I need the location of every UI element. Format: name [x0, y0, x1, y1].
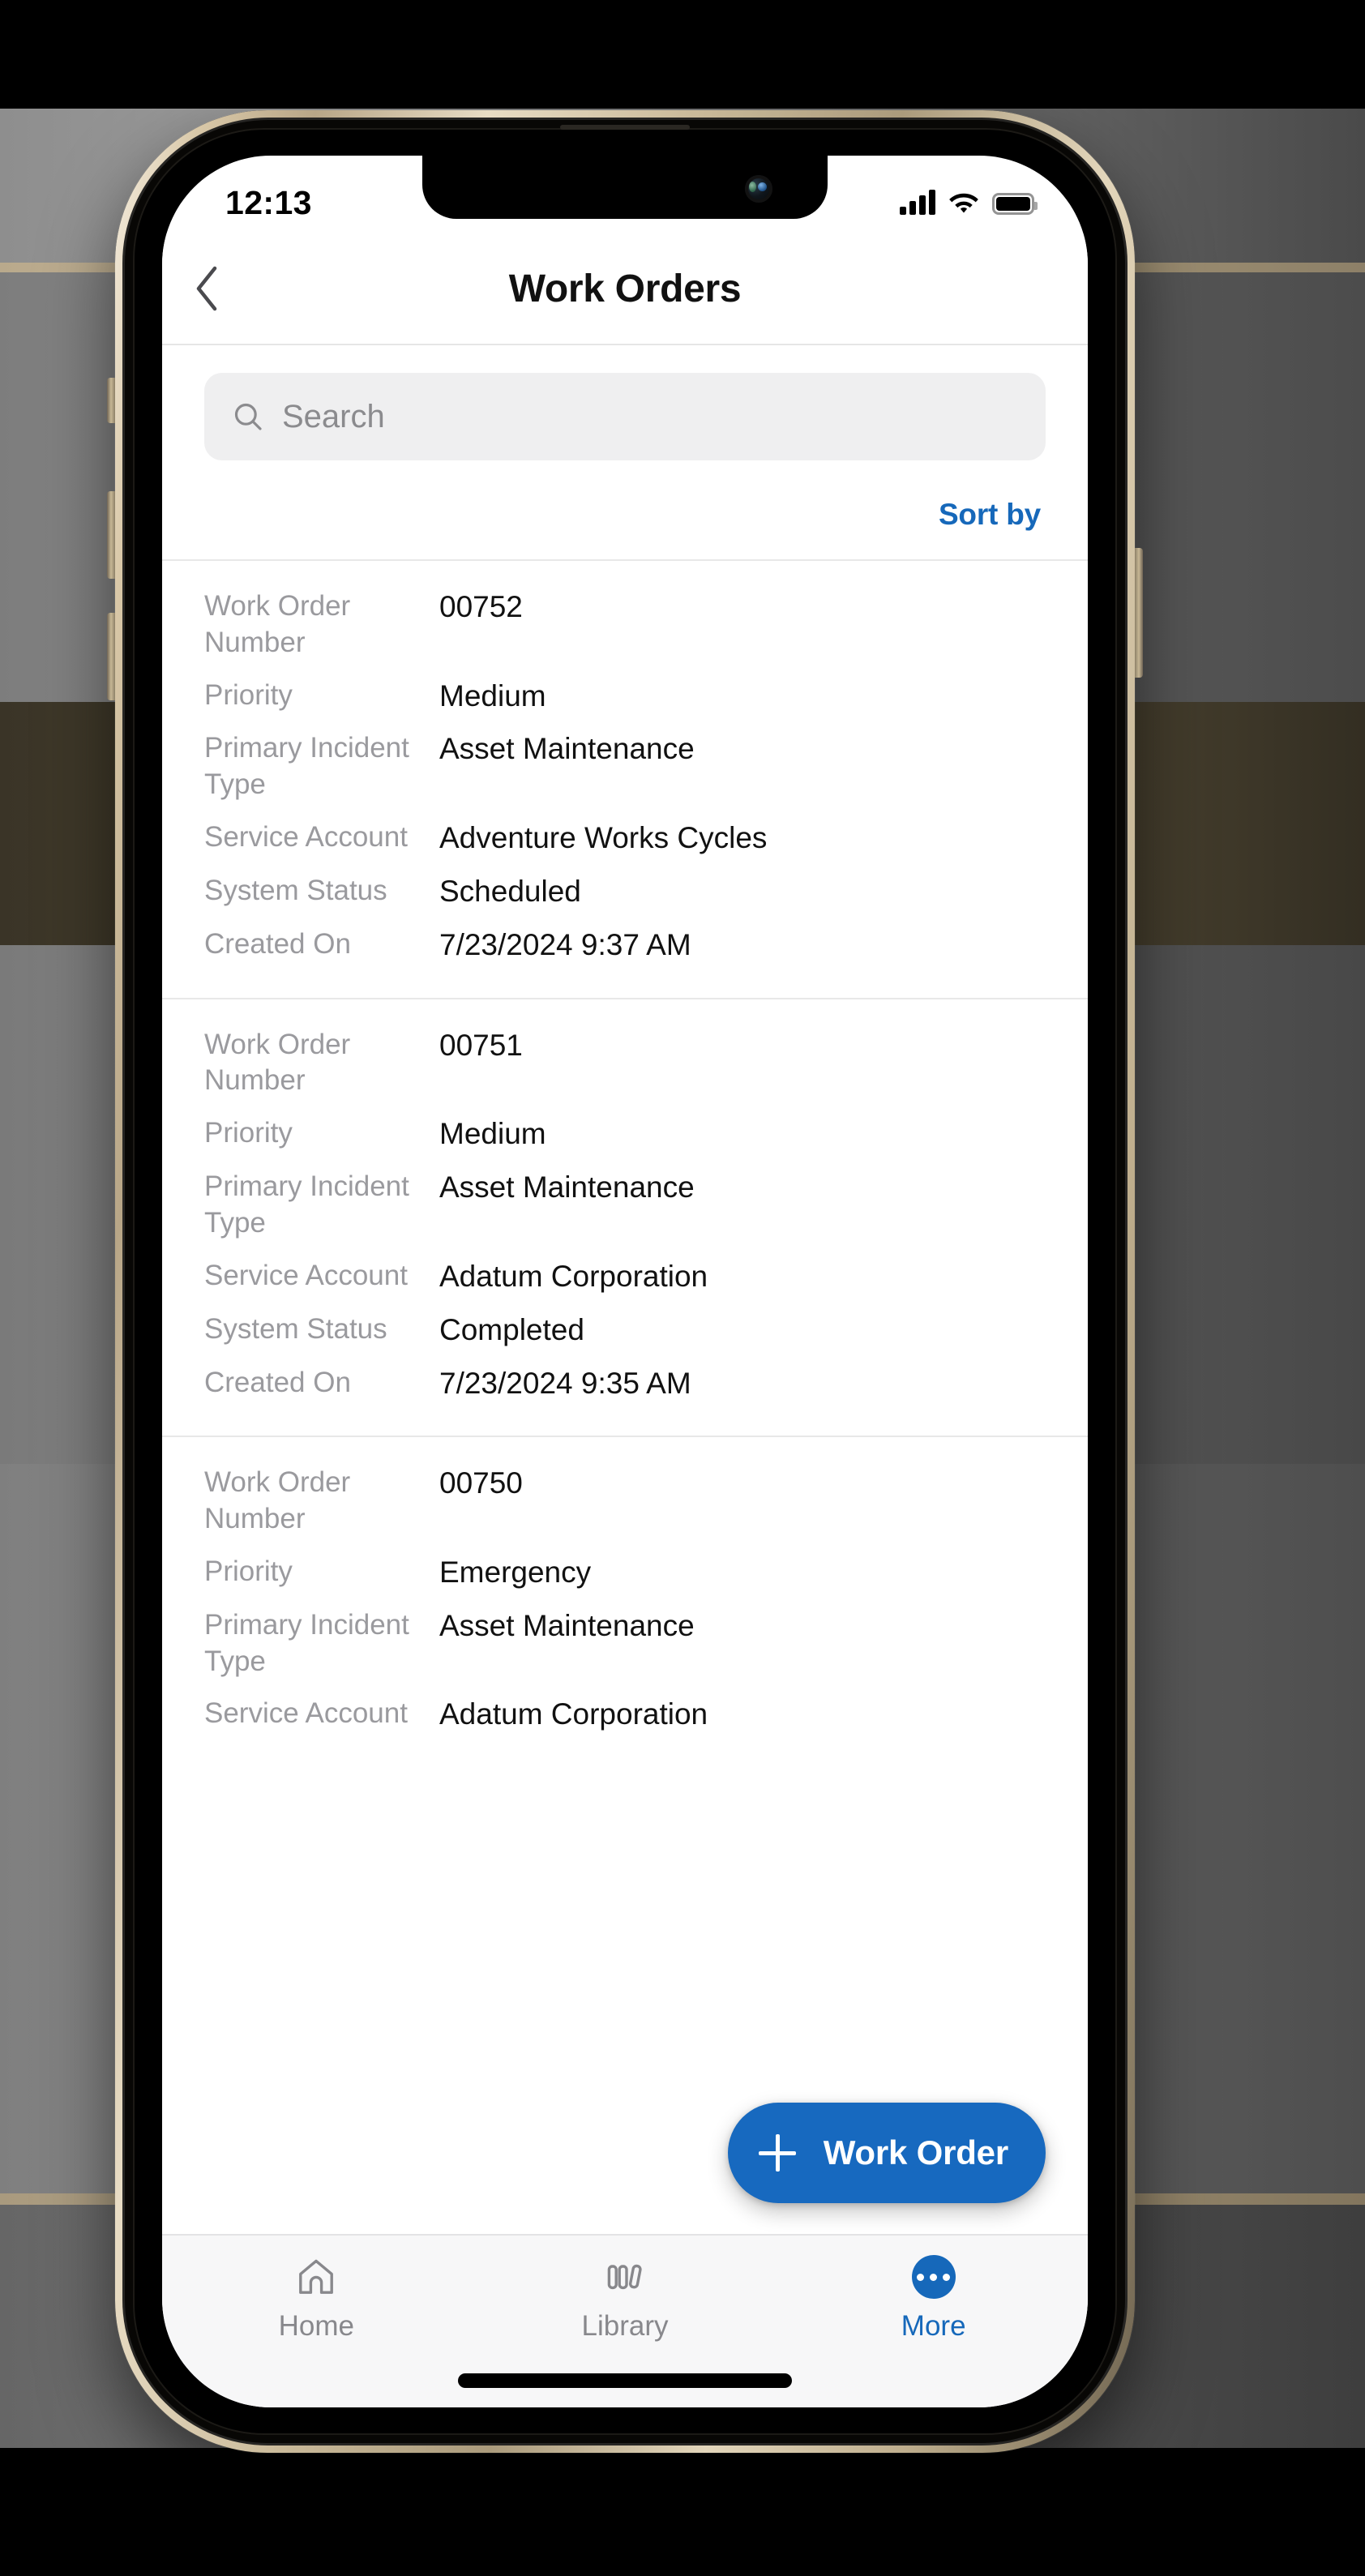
screenshot-stage: 12:13 Work Orders Search Sort by Work Or…	[0, 0, 1365, 2576]
field-value: Completed	[439, 1312, 584, 1346]
wifi-icon	[949, 193, 978, 213]
fab-label: Work Order	[823, 2133, 1008, 2172]
backdrop-band-top	[0, 0, 1365, 109]
field-label: Service Account	[204, 1697, 408, 1730]
sort-by-button[interactable]: Sort by	[939, 498, 1041, 532]
display-notch	[422, 156, 828, 219]
tab-more[interactable]: More	[779, 2236, 1088, 2343]
field-value: Asset Maintenance	[439, 1170, 695, 1205]
field-service-account: Service Account Adatum Corporation	[204, 1696, 1046, 1733]
table-row[interactable]: Work Order Number 00750 Priority Emergen…	[162, 1436, 1088, 1767]
search-field[interactable]	[204, 373, 1046, 460]
field-service-account: Service Account Adventure Works Cycles	[204, 819, 1046, 857]
field-priority: Priority Medium	[204, 1115, 1046, 1153]
field-value: Emergency	[439, 1555, 592, 1589]
navigation-bar: Work Orders	[162, 233, 1088, 345]
volume-down-button[interactable]	[107, 613, 115, 700]
tab-home[interactable]: Home	[162, 2236, 471, 2343]
field-label: Priority	[204, 678, 293, 711]
field-system-status: System Status Scheduled	[204, 873, 1046, 910]
home-icon	[295, 2253, 337, 2300]
field-label: Primary Incident Type	[204, 732, 409, 801]
table-row[interactable]: Work Order Number 00752 Priority Medium …	[162, 559, 1088, 998]
field-priority: Priority Emergency	[204, 1554, 1046, 1591]
field-value: Medium	[439, 1117, 546, 1151]
home-indicator[interactable]	[458, 2373, 792, 2388]
search-container	[162, 345, 1088, 460]
plus-icon	[758, 2134, 796, 2172]
field-work-order-number: Work Order Number 00750	[204, 1465, 1046, 1538]
library-icon	[604, 2253, 646, 2300]
earpiece-speaker	[560, 125, 690, 130]
field-label: System Status	[204, 874, 387, 906]
field-label: Primary Incident Type	[204, 1608, 409, 1677]
field-label: Work Order Number	[204, 590, 351, 658]
status-bar-icons	[900, 190, 1038, 215]
field-label: Service Account	[204, 1259, 408, 1291]
field-label: Priority	[204, 1555, 293, 1587]
field-value: Asset Maintenance	[439, 732, 695, 766]
new-work-order-fab[interactable]: Work Order	[727, 2103, 1046, 2203]
volume-up-button[interactable]	[107, 491, 115, 579]
status-bar-clock: 12:13	[225, 183, 312, 221]
field-value: Asset Maintenance	[439, 1608, 695, 1642]
phone-device-frame: 12:13 Work Orders Search Sort by Work Or…	[107, 110, 1143, 2453]
table-row[interactable]: Work Order Number 00751 Priority Medium …	[162, 997, 1088, 1436]
search-icon	[234, 403, 262, 430]
field-value: 7/23/2024 9:35 AM	[439, 1366, 691, 1400]
field-value: 00750	[439, 1466, 523, 1500]
field-label: Service Account	[204, 821, 408, 854]
field-value: Adventure Works Cycles	[439, 821, 768, 855]
field-value: 00751	[439, 1028, 523, 1062]
field-label: Work Order Number	[204, 1028, 351, 1097]
field-system-status: System Status Completed	[204, 1312, 1046, 1349]
field-work-order-number: Work Order Number 00751	[204, 1027, 1046, 1100]
field-label: Priority	[204, 1117, 293, 1149]
field-label: System Status	[204, 1312, 387, 1345]
backdrop-band-bottom	[0, 2448, 1365, 2576]
field-value: Medium	[439, 678, 546, 712]
field-service-account: Service Account Adatum Corporation	[204, 1258, 1046, 1295]
field-value: Scheduled	[439, 874, 581, 908]
page-title: Work Orders	[508, 267, 742, 310]
field-label: Work Order Number	[204, 1466, 351, 1535]
field-created-on: Created On 7/23/2024 9:37 AM	[204, 926, 1046, 964]
power-button[interactable]	[1135, 548, 1143, 678]
more-dots-icon	[911, 2253, 956, 2300]
tab-label: Home	[278, 2310, 355, 2342]
field-priority: Priority Medium	[204, 678, 1046, 715]
tab-label: More	[901, 2310, 966, 2342]
cellular-bars-icon	[900, 190, 935, 215]
field-primary-incident-type: Primary Incident Type Asset Maintenance	[204, 1607, 1046, 1680]
tab-library[interactable]: Library	[471, 2236, 780, 2343]
field-created-on: Created On 7/23/2024 9:35 AM	[204, 1365, 1046, 1402]
field-value: 7/23/2024 9:37 AM	[439, 927, 691, 961]
field-value: Adatum Corporation	[439, 1697, 708, 1731]
battery-full-icon	[992, 193, 1038, 215]
field-label: Primary Incident Type	[204, 1170, 409, 1239]
tab-label: Library	[581, 2310, 669, 2342]
silent-switch[interactable]	[107, 378, 115, 423]
scrollable-content[interactable]: Sort by Work Order Number 00752 Priority…	[162, 345, 1088, 2234]
phone-screen: 12:13 Work Orders Search Sort by Work Or…	[162, 156, 1088, 2407]
field-primary-incident-type: Primary Incident Type Asset Maintenance	[204, 1169, 1046, 1242]
field-value: 00752	[439, 590, 523, 623]
field-value: Adatum Corporation	[439, 1259, 708, 1293]
field-label: Created On	[204, 927, 351, 960]
search-input[interactable]	[282, 398, 1018, 435]
field-work-order-number: Work Order Number 00752	[204, 588, 1046, 661]
field-primary-incident-type: Primary Incident Type Asset Maintenance	[204, 730, 1046, 803]
field-label: Created On	[204, 1366, 351, 1398]
sort-row: Sort by	[162, 460, 1088, 559]
front-camera-icon	[745, 175, 772, 203]
